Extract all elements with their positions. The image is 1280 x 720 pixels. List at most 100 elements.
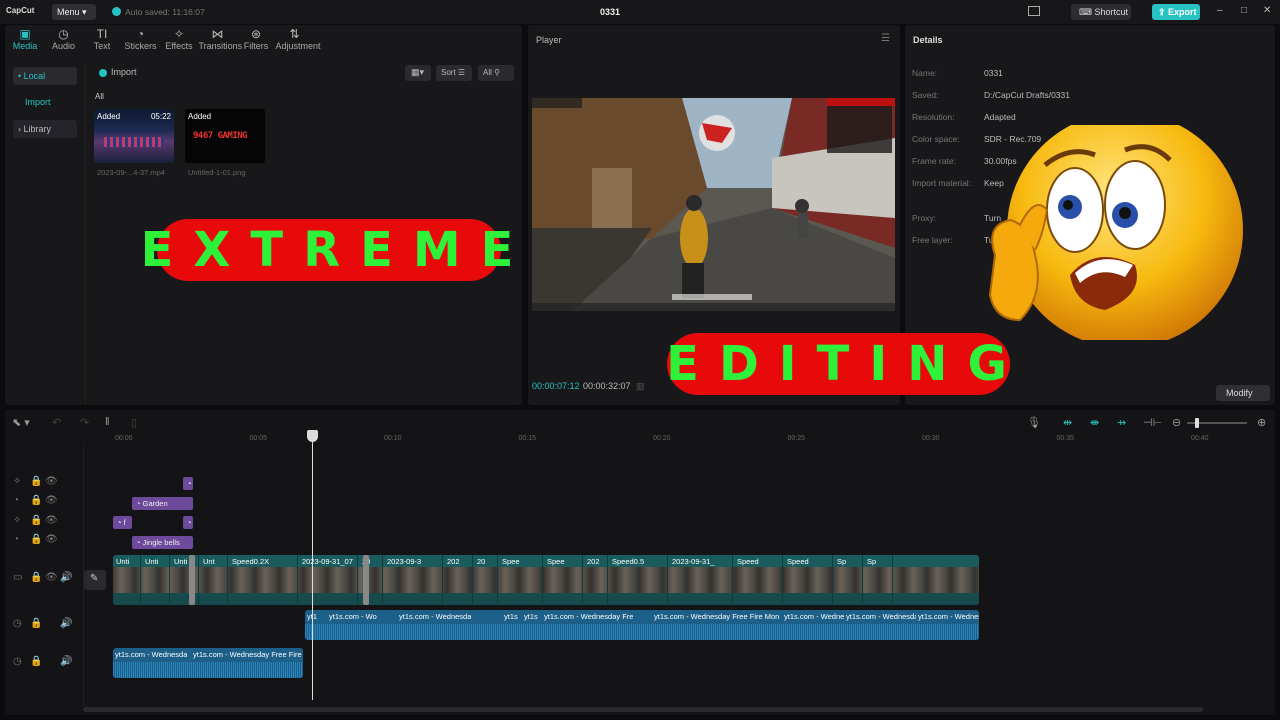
effect-clip[interactable]: ◔ — [183, 477, 193, 490]
thumbnail-logo-text: 9467 GAMING — [193, 131, 248, 141]
export-button[interactable]: ⇪ Export — [1152, 4, 1200, 20]
shortcut-button[interactable]: ⌨ Shortcut — [1071, 4, 1131, 20]
video-preview[interactable] — [532, 98, 895, 311]
sort-button[interactable]: Sort ☰ — [436, 65, 472, 81]
sidebar-item-library[interactable]: › Library — [13, 120, 77, 138]
layout-icon[interactable] — [1028, 6, 1040, 16]
tool-label: Text — [93, 41, 111, 51]
preview-axis-icon[interactable]: ⊣⊢ — [1143, 416, 1162, 429]
tool-transitions[interactable]: ⋈ Transitions — [199, 27, 243, 51]
time-ruler[interactable]: 00:00 00:05 00:10 00:15 00:20 00:25 00:30 00:35… — [115, 432, 1275, 446]
audio-track-1[interactable]: yt1yt1s.com - Woyt1s.com - Wednesdayt1sy… — [305, 610, 979, 640]
zoom-out-icon[interactable]: ⊖ — [1172, 416, 1181, 429]
sticker-clip-jingle-bells[interactable]: ◔ Jingle bells — [132, 536, 193, 549]
view-toggle-button[interactable]: ▦▾ — [405, 65, 431, 81]
clip-label: Sp — [867, 557, 877, 566]
filter-label: All — [483, 68, 492, 77]
ruler-tick: 00:05 — [249, 435, 268, 442]
detail-value: D:/CapCut Drafts/0331 — [984, 90, 1070, 100]
lock-icon[interactable]: 🔒 — [30, 618, 42, 629]
clip-trim-handle[interactable] — [363, 555, 369, 605]
effect-clip[interactable]: ◔ f — [113, 516, 132, 529]
select-tool-icon[interactable]: ⬉ ▾ — [12, 416, 30, 429]
audio-waveform — [305, 624, 979, 640]
timeline-scrollbar[interactable] — [83, 707, 1203, 712]
lock-icon[interactable]: 🔒 — [30, 495, 42, 506]
tool-adjustment[interactable]: ⇅ Adjustment — [276, 27, 321, 51]
audio-icon[interactable]: 🔊 — [60, 618, 72, 629]
audio-clip-label: yt1s.com - Wednesday Fre — [544, 612, 634, 621]
tool-text[interactable]: TI Text — [83, 27, 121, 51]
sticker-clip-garden[interactable]: ◔ Garden — [132, 497, 193, 510]
menu-button[interactable]: Menu ▾ — [52, 4, 96, 20]
cover-icon[interactable]: ▭ — [13, 572, 22, 583]
clip-label: Unt — [203, 557, 215, 566]
clip-divider — [169, 555, 170, 605]
snap-icon[interactable]: ⇸ — [1117, 416, 1126, 429]
cover-edit-button[interactable]: ✎ — [84, 570, 106, 590]
eye-icon[interactable]: 👁 — [45, 515, 58, 526]
hamburger-icon[interactable]: ☰ — [881, 33, 890, 44]
grid-icon[interactable]: ▥ — [636, 381, 645, 392]
maximize-button[interactable]: □ — [1241, 5, 1247, 16]
split-icon[interactable]: ‖ — [105, 416, 110, 428]
tool-audio[interactable]: ◷ Audio — [45, 27, 83, 51]
eye-icon[interactable]: 👁 — [45, 572, 58, 583]
ruler-tick: 00:00 — [115, 435, 133, 442]
tool-media[interactable]: ▣ Media — [6, 27, 44, 51]
redo-icon[interactable]: ↷ — [80, 416, 89, 429]
clip-label: Speed0.2X — [232, 557, 270, 566]
zoom-in-icon[interactable]: ⊕ — [1257, 416, 1266, 429]
delete-icon[interactable]: ▯ — [131, 416, 137, 429]
lock-icon[interactable]: 🔒 — [30, 515, 42, 526]
text-icon: TI — [96, 27, 108, 41]
lock-icon[interactable]: 🔒 — [30, 656, 42, 667]
duration-label: 05:22 — [150, 112, 171, 121]
microphone-icon[interactable]: 🎙 — [1027, 416, 1041, 429]
clip-divider — [862, 555, 863, 605]
magnet-icon[interactable]: ⇼ — [1090, 416, 1099, 429]
zoom-slider-handle[interactable] — [1195, 418, 1199, 428]
minimize-button[interactable]: – — [1217, 5, 1223, 16]
tool-stickers[interactable]: ◔ Stickers — [122, 27, 160, 51]
audio-icon[interactable]: 🔊 — [60, 656, 72, 667]
media-thumbnail-video[interactable]: Added 05:22 — [94, 109, 174, 163]
project-title: 0331 — [600, 7, 621, 17]
media-panel: • Local Import › Library Import ▦▾ Sort … — [5, 25, 522, 405]
clip-divider — [140, 555, 141, 605]
undo-icon[interactable]: ↶ — [52, 416, 61, 429]
filter-button[interactable]: All ⚲ — [478, 65, 514, 81]
overlay-text-extreme: EXTREME — [141, 219, 513, 281]
adjustment-icon: ⇅ — [289, 27, 300, 41]
lock-icon[interactable]: 🔒 — [30, 476, 42, 487]
clip-trim-handle[interactable] — [189, 555, 195, 605]
audio-track-icon: ◷ — [13, 656, 22, 667]
effect-clip[interactable]: ◔ — [183, 516, 193, 529]
audio-icon[interactable]: 🔊 — [60, 572, 72, 583]
zoom-slider[interactable] — [1187, 418, 1247, 428]
playhead[interactable] — [312, 430, 313, 700]
eye-icon[interactable]: 👁 — [45, 534, 58, 545]
modify-button[interactable]: Modify — [1216, 385, 1270, 401]
sidebar-item-local[interactable]: • Local — [13, 67, 77, 85]
tool-effects[interactable]: ✧ Effects — [160, 27, 198, 51]
audio-icon: ◷ — [58, 27, 69, 41]
tool-filters[interactable]: ⊛ Filters — [237, 27, 275, 51]
clip-divider — [497, 555, 498, 605]
media-thumbnail-image[interactable]: Added 9467 GAMING — [185, 109, 265, 163]
audio-track-2[interactable]: yt1s.com - Wednesda yt1s.com - Wednesday … — [113, 648, 303, 678]
import-button[interactable]: Import — [97, 67, 137, 77]
eye-icon[interactable]: 👁 — [45, 476, 58, 487]
close-button[interactable]: ✕ — [1263, 5, 1271, 16]
lock-icon[interactable]: 🔒 — [30, 534, 42, 545]
sidebar-item-import[interactable]: Import — [25, 97, 51, 107]
tool-label: Filters — [243, 41, 269, 51]
lock-icon[interactable]: 🔒 — [30, 572, 42, 583]
main-video-track[interactable]: Unti Unti Unti Unt Speed0.2X 2023-09-31_07 202… — [113, 555, 979, 605]
link-icon[interactable]: ⇹ — [1063, 416, 1072, 429]
eye-icon[interactable]: 👁 — [45, 495, 58, 506]
detail-value: 0331 — [984, 68, 1003, 78]
clip-label: 2023-09-31_07 — [302, 557, 353, 566]
ruler-tick: 00:15 — [518, 435, 537, 442]
clip-label: Unti — [116, 557, 130, 566]
